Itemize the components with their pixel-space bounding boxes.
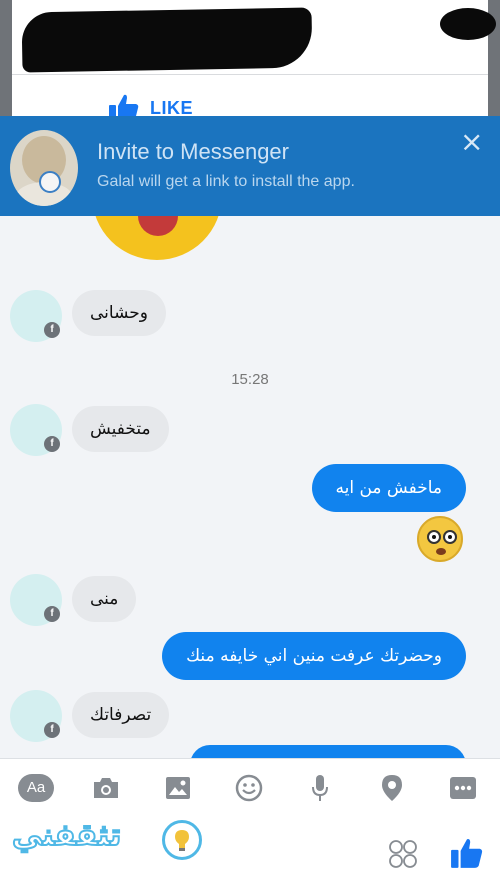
message-timestamp: 15:28 — [231, 371, 269, 388]
close-icon[interactable]: × — [460, 128, 483, 156]
more-icon — [450, 777, 476, 799]
sticker-icon — [389, 840, 417, 868]
incoming-message[interactable]: تصرفاتك — [72, 692, 170, 738]
incoming-message[interactable]: متخفيش — [72, 406, 169, 452]
gallery-button[interactable] — [158, 770, 198, 806]
watermark-text: تثقفني — [11, 817, 122, 854]
emoji-eye — [427, 530, 441, 544]
avatar-photo — [14, 136, 74, 206]
facebook-badge-icon: f — [44, 322, 60, 338]
redacted-name — [21, 7, 313, 73]
redacted-detail — [440, 8, 496, 40]
watermark-logo: تثقفني — [11, 808, 202, 874]
flushed-face-emoji-icon[interactable] — [417, 516, 463, 562]
camera-button[interactable] — [86, 770, 126, 806]
facebook-badge-icon: f — [44, 436, 60, 452]
gallery-icon — [166, 777, 190, 799]
emoji-eye — [443, 530, 457, 544]
send-like-button[interactable] — [450, 836, 484, 870]
facebook-badge-icon: f — [44, 606, 60, 622]
more-button[interactable] — [443, 770, 483, 806]
invite-title: Invite to Messenger — [97, 139, 289, 164]
text-format-button[interactable]: Aa — [16, 770, 56, 806]
outgoing-message[interactable]: ماخفش من ايه — [311, 464, 466, 512]
facebook-badge-icon: f — [44, 722, 60, 738]
emoji-icon — [235, 774, 263, 802]
microphone-icon — [312, 775, 328, 801]
emoji-button[interactable] — [229, 770, 269, 806]
invite-subtitle: Galal will get a link to install the app… — [97, 173, 355, 190]
aa-label: Aa — [18, 774, 54, 802]
location-button[interactable] — [372, 770, 412, 806]
incoming-message[interactable]: وحشانى — [72, 290, 166, 336]
microphone-button[interactable] — [300, 770, 340, 806]
sticker-button[interactable] — [387, 838, 419, 870]
outgoing-message[interactable]: وحضرتك عرفت منين اني خايفه منك — [162, 632, 466, 680]
emoji-mouth — [436, 548, 446, 555]
divider — [12, 74, 488, 75]
contact-avatar — [10, 130, 78, 206]
lightbulb-icon — [162, 820, 202, 860]
camera-icon — [94, 778, 118, 798]
thumbs-up-icon — [451, 838, 483, 868]
location-pin-icon — [382, 775, 402, 801]
incoming-message[interactable]: منى — [72, 576, 137, 622]
